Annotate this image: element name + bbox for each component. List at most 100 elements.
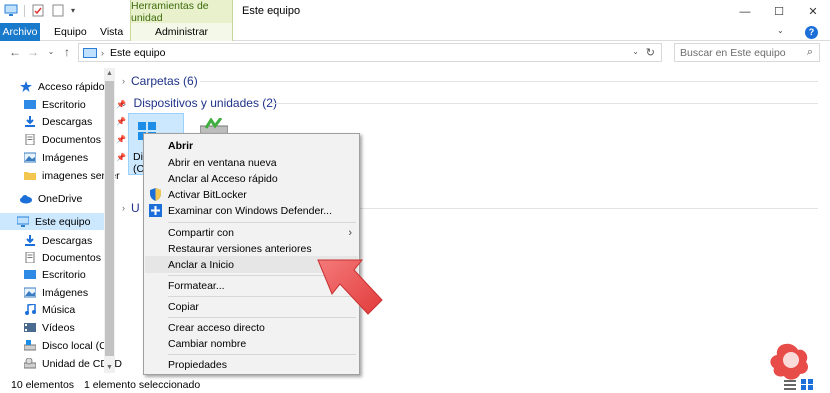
new-folder-icon[interactable]	[51, 4, 65, 17]
cd-drive-icon	[24, 358, 36, 369]
nav-label: Escritorio	[42, 268, 86, 281]
scroll-down-icon[interactable]: ▼	[104, 362, 115, 373]
nav-item-imagenes-pc[interactable]: Imágenes	[24, 284, 88, 301]
search-icon: ⌕	[806, 46, 813, 58]
group-label: U	[131, 201, 140, 215]
pictures-icon	[24, 287, 36, 298]
nav-label: Música	[42, 303, 76, 316]
nav-item-disco-local[interactable]: Disco local (C:)	[24, 337, 113, 354]
tab-administrar[interactable]: Administrar	[130, 23, 233, 41]
downloads-icon	[25, 116, 35, 127]
forward-arrow-icon[interactable]: →	[26, 45, 40, 59]
menu-item-cambiar-nombre[interactable]: Cambiar nombre	[145, 335, 358, 352]
address-dropdown-icon[interactable]: ⌄	[632, 47, 639, 56]
scrollbar-thumb[interactable]	[105, 81, 114, 356]
menu-item-compartir-con[interactable]: Compartir con ›	[145, 224, 358, 241]
nav-label: Imágenes	[42, 151, 89, 164]
nav-label: Documentos	[42, 133, 101, 146]
navigation-pane: Acceso rápido Escritorio 📌 Descargas 📌 D…	[0, 68, 126, 374]
nav-item-onedrive[interactable]: OneDrive	[20, 190, 82, 207]
group-u[interactable]: › U	[122, 201, 140, 215]
properties-icon[interactable]	[31, 4, 45, 17]
nav-item-descargas[interactable]: Descargas 📌	[24, 113, 126, 130]
group-divider	[270, 103, 818, 104]
computer-icon[interactable]	[4, 4, 18, 17]
menu-item-propiedades[interactable]: Propiedades	[145, 356, 358, 373]
close-button[interactable]: ✕	[796, 0, 830, 23]
nav-item-imagenes[interactable]: Imágenes 📌	[24, 149, 126, 166]
pin-icon: 📌	[116, 153, 126, 162]
menu-item-activar-bitlocker[interactable]: Activar BitLocker	[145, 186, 358, 203]
nav-label: OneDrive	[38, 192, 83, 205]
minimize-button[interactable]: —	[728, 0, 762, 23]
ribbon-tabs: Archivo Equipo Vista Administrar	[0, 23, 830, 41]
nav-item-musica[interactable]: Música	[24, 301, 75, 318]
folder-icon	[24, 172, 36, 180]
nav-item-escritorio-pc[interactable]: Escritorio	[24, 266, 86, 283]
nav-label: Acceso rápido	[38, 80, 105, 93]
group-divider	[360, 208, 818, 209]
drive-tile-label: Di	[133, 151, 143, 163]
nav-label: Escritorio	[42, 98, 86, 111]
computer-icon	[17, 216, 29, 227]
cloud-icon	[20, 195, 32, 204]
nav-label: Documentos	[42, 251, 101, 264]
desktop-folder-icon	[24, 270, 36, 279]
group-divider	[200, 81, 818, 82]
nav-label: Descargas	[42, 234, 93, 247]
nav-item-acceso-rapido[interactable]: Acceso rápido	[20, 78, 105, 95]
nav-scrollbar[interactable]: ▲ ▼	[104, 68, 115, 373]
tab-vista[interactable]: Vista	[100, 23, 123, 41]
back-arrow-icon[interactable]: ←	[8, 45, 22, 59]
search-input[interactable]: Buscar en Este equipo ⌕	[674, 43, 820, 62]
documents-icon	[25, 252, 35, 263]
shield-icon	[150, 188, 161, 201]
maximize-button[interactable]: ☐	[762, 0, 796, 23]
recent-locations-icon[interactable]: ⌄	[44, 45, 58, 59]
nav-item-videos[interactable]: Vídeos	[24, 319, 75, 336]
downloads-icon	[25, 235, 35, 246]
defender-icon	[149, 204, 162, 217]
pictures-icon	[24, 152, 36, 163]
nav-label: Disco local (C:)	[42, 339, 114, 352]
nav-label: Este equipo	[35, 215, 91, 228]
menu-item-abrir[interactable]: Abrir	[145, 137, 358, 154]
pin-icon: 📌	[116, 117, 126, 126]
nav-item-documentos[interactable]: Documentos 📌	[24, 131, 126, 148]
quick-access-toolbar: ▾	[4, 4, 75, 17]
breadcrumb-este-equipo[interactable]: Este equipo	[110, 47, 165, 59]
menu-item-anclar-acceso-rapido[interactable]: Anclar al Acceso rápido	[145, 170, 358, 187]
chevron-down-icon: ⌄	[120, 97, 128, 108]
tab-archivo[interactable]: Archivo	[0, 23, 40, 41]
documents-icon	[25, 134, 35, 145]
refresh-icon[interactable]: ↻	[646, 46, 655, 59]
help-icon[interactable]: ?	[805, 26, 818, 39]
customize-toolbar-icon[interactable]: ▾	[71, 6, 75, 15]
nav-item-escritorio[interactable]: Escritorio 📌	[24, 96, 126, 113]
up-arrow-icon[interactable]: ↑	[60, 45, 74, 59]
annotation-arrow-icon	[317, 259, 383, 315]
tab-equipo[interactable]: Equipo	[54, 23, 87, 41]
address-row: ← → ⌄ ↑ › Este equipo ⌄ ↻ Buscar en Este…	[0, 42, 830, 64]
scroll-up-icon[interactable]: ▲	[104, 68, 115, 79]
toolbar-divider	[24, 4, 25, 17]
nav-item-descargas-pc[interactable]: Descargas	[24, 232, 92, 249]
drive-icon	[24, 340, 36, 351]
title-bar: ▾ Herramientas de unidad Este equipo — ☐…	[0, 0, 830, 24]
pin-icon: 📌	[116, 135, 126, 144]
status-bar: 10 elementos 1 elemento seleccionado	[0, 376, 830, 393]
breadcrumb-separator: ›	[101, 47, 104, 58]
menu-item-examinar-defender[interactable]: Examinar con Windows Defender...	[145, 202, 358, 219]
group-carpetas[interactable]: › Carpetas (6)	[122, 74, 198, 88]
context-tab-header: Herramientas de unidad	[130, 0, 233, 24]
nav-item-este-equipo[interactable]: Este equipo	[0, 213, 106, 230]
group-label: Dispositivos y unidades (2)	[133, 96, 277, 110]
menu-item-abrir-ventana-nueva[interactable]: Abrir en ventana nueva	[145, 154, 358, 171]
address-bar[interactable]: › Este equipo ⌄ ↻	[78, 43, 662, 62]
watermark-logo	[770, 343, 808, 380]
expand-ribbon-icon[interactable]: ⌄	[777, 26, 784, 35]
nav-item-documentos-pc[interactable]: Documentos	[24, 249, 101, 266]
group-dispositivos[interactable]: ⌄ Dispositivos y unidades (2)	[120, 96, 277, 110]
window-title: Este equipo	[242, 5, 301, 17]
music-icon	[25, 304, 36, 315]
